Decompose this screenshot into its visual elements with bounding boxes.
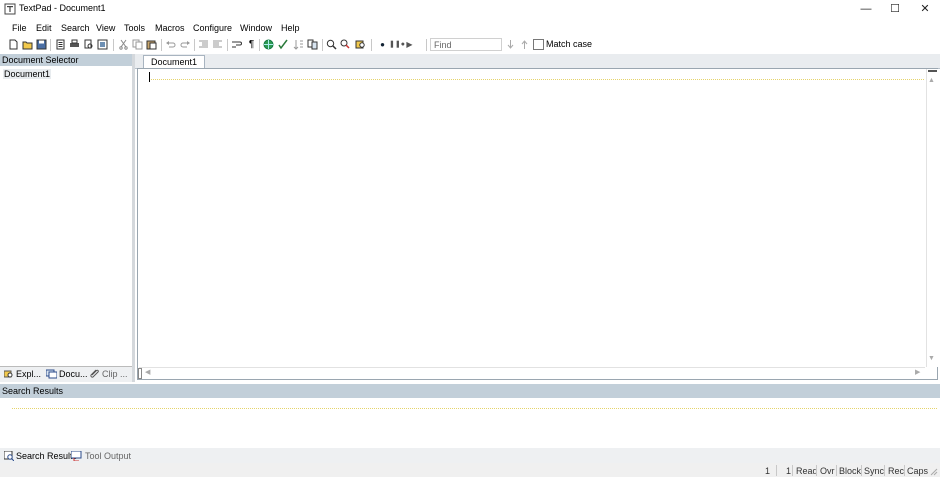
- resize-grip-icon[interactable]: [928, 466, 938, 476]
- replace-icon[interactable]: [340, 39, 351, 50]
- bottom-pane-tabs: [0, 448, 940, 463]
- vertical-scrollbar[interactable]: ▲ ▼: [926, 69, 938, 367]
- textpad-app-icon: [4, 3, 16, 15]
- text-caret: [149, 72, 150, 82]
- scroll-left-arrow-icon[interactable]: ◀: [145, 368, 150, 376]
- status-overwrite[interactable]: Ovr: [820, 466, 835, 476]
- compare-files-icon[interactable]: [307, 39, 318, 50]
- open-folder-icon[interactable]: [22, 39, 33, 50]
- maximize-button[interactable]: ☐: [880, 0, 910, 18]
- match-case-label: Match case: [546, 39, 593, 49]
- indent-icon[interactable]: [198, 39, 209, 50]
- search-results-icon: [4, 451, 14, 461]
- menu-help[interactable]: Help: [281, 23, 300, 33]
- search-results-current-line: [12, 408, 937, 409]
- menu-tools[interactable]: Tools: [124, 23, 145, 33]
- document-selector-header: Document Selector: [0, 54, 132, 66]
- document-selector-pane: [0, 54, 132, 382]
- menu-bar: File Edit Search View Tools Macros Confi…: [0, 19, 940, 36]
- scroll-up-arrow-icon[interactable]: ▲: [928, 77, 935, 84]
- copy-icon[interactable]: [132, 39, 143, 50]
- tab-explorer[interactable]: Expl...: [16, 368, 41, 380]
- document-properties-icon[interactable]: [97, 39, 108, 50]
- status-caps: Caps: [907, 466, 929, 476]
- search-results-area[interactable]: [0, 398, 940, 449]
- editor-text-area[interactable]: [137, 68, 938, 380]
- document-list-item[interactable]: Document1: [3, 69, 52, 79]
- clip-library-icon: [90, 369, 99, 378]
- menu-window[interactable]: Window: [240, 23, 272, 33]
- tool-output-icon: [71, 451, 82, 461]
- split-handle[interactable]: [928, 70, 937, 72]
- pane-splitter[interactable]: [132, 54, 135, 382]
- print-preview-icon[interactable]: [83, 39, 94, 50]
- title-bar: [0, 0, 940, 18]
- menu-edit[interactable]: Edit: [36, 23, 52, 33]
- match-case-checkbox[interactable]: [533, 39, 544, 50]
- search-results-header: Search Results: [0, 384, 940, 398]
- status-sync[interactable]: Sync: [864, 466, 884, 476]
- web-browser-icon[interactable]: [263, 39, 274, 50]
- outdent-icon[interactable]: [212, 39, 223, 50]
- find-incrementally-input[interactable]: Find incrementally: [430, 38, 502, 63]
- sort-icon[interactable]: [293, 39, 304, 50]
- undo-icon[interactable]: [165, 39, 176, 50]
- show-paragraph-icon[interactable]: ¶: [246, 39, 257, 50]
- menu-view[interactable]: View: [96, 23, 115, 33]
- find-next-down-icon[interactable]: [505, 39, 516, 50]
- tab-document-selector[interactable]: Docu...: [59, 368, 88, 380]
- scroll-down-arrow-icon[interactable]: ▼: [928, 355, 935, 362]
- spelling-check-icon[interactable]: [278, 39, 289, 50]
- status-block[interactable]: Block: [839, 466, 861, 476]
- menu-configure[interactable]: Configure: [193, 23, 232, 33]
- find-icon[interactable]: [326, 39, 337, 50]
- close-button[interactable]: ✕: [910, 0, 940, 18]
- print-icon[interactable]: [69, 39, 80, 50]
- paste-icon[interactable]: [146, 39, 157, 50]
- menu-search[interactable]: Search: [61, 23, 90, 33]
- save-icon[interactable]: [36, 39, 47, 50]
- word-wrap-icon[interactable]: [231, 39, 242, 50]
- new-file-icon[interactable]: [8, 39, 19, 50]
- find-previous-up-icon[interactable]: [519, 39, 530, 50]
- explorer-icon: [4, 370, 13, 378]
- manage-files-icon[interactable]: [55, 39, 66, 50]
- scroll-right-arrow-icon[interactable]: ▶: [915, 368, 920, 376]
- tab-search-results[interactable]: Search Results: [16, 450, 77, 462]
- cut-icon[interactable]: [118, 39, 129, 50]
- status-record[interactable]: Rec: [888, 466, 904, 476]
- status-line-number: 1: [765, 466, 771, 476]
- document-selector-icon: [46, 369, 57, 379]
- find-in-files-icon[interactable]: [355, 39, 366, 50]
- menu-file[interactable]: File: [12, 23, 27, 33]
- current-line-highlight: [151, 79, 924, 80]
- play-macro-icon[interactable]: ▶: [404, 39, 415, 50]
- status-read[interactable]: Read: [796, 466, 818, 476]
- record-macro-icon[interactable]: ●: [377, 39, 388, 50]
- window-title: TextPad - Document1: [19, 3, 106, 13]
- horizontal-scrollbar[interactable]: ◀ ▶: [139, 367, 925, 379]
- redo-icon[interactable]: [180, 39, 191, 50]
- horizontal-split-handle[interactable]: [138, 368, 142, 379]
- minimize-button[interactable]: —: [851, 0, 881, 18]
- tab-tool-output[interactable]: Tool Output: [85, 450, 131, 462]
- menu-macros[interactable]: Macros: [155, 23, 185, 33]
- status-column-number: 1: [786, 466, 792, 476]
- tab-document1[interactable]: Document1: [143, 55, 205, 68]
- tab-clip-library[interactable]: Clip ...: [102, 368, 128, 380]
- pause-macro-icon[interactable]: ❚❚●: [389, 39, 405, 50]
- document-tab-strip: [135, 54, 940, 69]
